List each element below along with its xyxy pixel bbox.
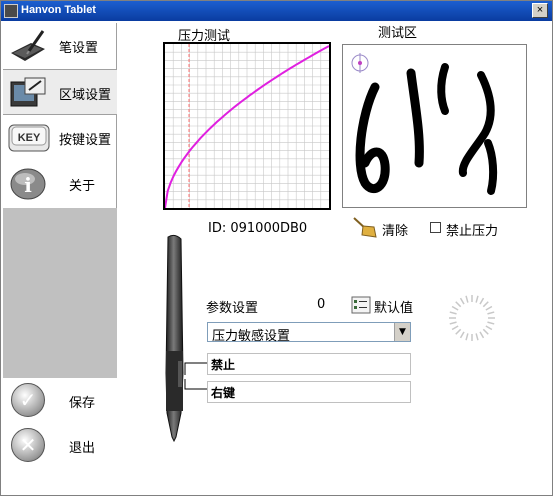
dial-tick xyxy=(451,305,459,311)
select-value: 压力敏感设置 xyxy=(212,329,291,344)
close-button[interactable]: × xyxy=(532,3,548,18)
dial-tick xyxy=(451,325,459,331)
dial-tick xyxy=(449,311,457,315)
dial-tick xyxy=(475,333,479,341)
pressure-curve-graph xyxy=(163,42,331,210)
dial-tick xyxy=(482,328,489,335)
save-button[interactable]: ✓ 保存 xyxy=(3,379,117,423)
app-icon xyxy=(4,4,18,18)
button-connector-lines xyxy=(184,362,207,390)
stylus-pen-image xyxy=(165,234,184,443)
hanvon-tablet-window: Hanvon Tablet × 笔设置 区域设置 KEY 按键设置 i 关于 ✓… xyxy=(0,0,553,496)
dial-tick xyxy=(485,325,493,331)
sidebar-item-label: 关于 xyxy=(69,179,96,194)
dial-tick xyxy=(475,295,479,303)
checklist-icon xyxy=(351,296,371,314)
dial-tick xyxy=(455,301,462,308)
sidebar-empty-area xyxy=(3,208,117,378)
sidebar: 笔设置 区域设置 KEY 按键设置 i 关于 xyxy=(3,23,117,378)
drawing-test-area[interactable] xyxy=(342,44,527,208)
broom-icon xyxy=(353,217,377,238)
info-icon-text: i xyxy=(24,173,32,197)
test-area-title: 测试区 xyxy=(378,26,418,41)
dial-tick xyxy=(459,297,465,305)
pressure-curve-svg xyxy=(164,44,330,209)
dial-tick xyxy=(479,331,485,339)
dial-tick xyxy=(465,333,469,341)
pressure-sensitivity-select[interactable]: 压力敏感设置 ▼ xyxy=(207,322,411,344)
chevron-down-icon[interactable]: ▼ xyxy=(394,323,410,341)
checkmark-icon: ✓ xyxy=(11,383,45,417)
save-label: 保存 xyxy=(69,396,96,411)
pen-tablet-icon xyxy=(11,30,45,61)
sidebar-item-label: 笔设置 xyxy=(59,41,99,56)
info-icon: i xyxy=(10,168,46,200)
sidebar-item-area-settings[interactable]: 区域设置 xyxy=(3,69,117,115)
pen-button-2-value: 右键 xyxy=(211,386,236,400)
exit-button[interactable]: ✕ 退出 xyxy=(3,424,117,468)
dial-tick xyxy=(487,311,495,315)
dial-tick xyxy=(465,295,469,303)
dial-tick xyxy=(487,321,495,325)
param-settings-label: 参数设置 xyxy=(206,301,259,316)
window-title: Hanvon Tablet xyxy=(21,4,96,16)
dial-tick xyxy=(455,328,462,335)
sidebar-item-key-settings[interactable]: KEY 按键设置 xyxy=(3,115,117,161)
param-value: 0 xyxy=(317,297,326,312)
pen-button-2-field[interactable]: 右键 xyxy=(207,381,411,403)
checkbox-box[interactable] xyxy=(430,222,441,233)
sidebar-item-pen-settings[interactable]: 笔设置 xyxy=(3,23,117,69)
dial-tick xyxy=(459,331,465,339)
default-label: 默认值 xyxy=(374,301,414,316)
default-button[interactable]: 默认值 xyxy=(351,294,421,316)
pen-button-1-field[interactable]: 禁止 xyxy=(207,353,411,375)
key-icon-text: KEY xyxy=(18,132,41,144)
clear-button[interactable]: 清除 xyxy=(350,215,414,239)
key-icon: KEY xyxy=(8,124,50,152)
area-setting-icon xyxy=(10,77,46,107)
handwriting-strokes xyxy=(351,53,498,195)
pen-button-1-value: 禁止 xyxy=(211,358,236,372)
sensitivity-dial[interactable] xyxy=(447,293,497,343)
sidebar-item-label: 按键设置 xyxy=(59,133,112,148)
device-id: ID: 091000DB0 xyxy=(208,221,308,236)
clear-label: 清除 xyxy=(382,224,409,239)
dial-tick xyxy=(482,301,489,308)
dial-tick xyxy=(479,297,485,305)
sidebar-item-label: 区域设置 xyxy=(59,88,112,103)
disable-pressure-label: 禁止压力 xyxy=(446,224,499,239)
exit-label: 退出 xyxy=(69,441,96,456)
sidebar-item-about[interactable]: i 关于 xyxy=(3,161,117,207)
dial-tick xyxy=(449,321,457,325)
title-bar: Hanvon Tablet × xyxy=(1,1,552,21)
dial-tick xyxy=(485,305,493,311)
close-icon: ✕ xyxy=(11,428,45,462)
